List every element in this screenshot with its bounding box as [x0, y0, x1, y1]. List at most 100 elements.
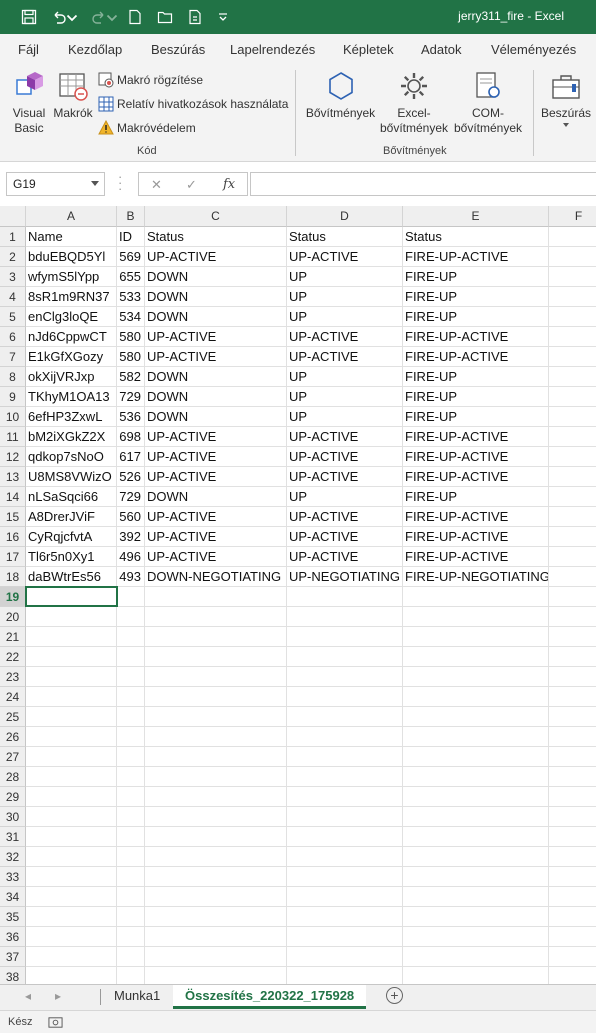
row-header-2[interactable]: 2: [0, 247, 26, 267]
cell-c28[interactable]: [145, 767, 287, 787]
tab-kepletek[interactable]: Képletek: [343, 42, 394, 57]
cell-d38[interactable]: [287, 967, 403, 984]
cell-e30[interactable]: [403, 807, 549, 827]
cell-e27[interactable]: [403, 747, 549, 767]
cell-f6[interactable]: [549, 327, 596, 347]
cell-d35[interactable]: [287, 907, 403, 927]
cell-a31[interactable]: [26, 827, 117, 847]
cell-f1[interactable]: [549, 227, 596, 247]
cell-e20[interactable]: [403, 607, 549, 627]
cell-e5[interactable]: FIRE-UP: [403, 307, 549, 327]
cell-e19[interactable]: [403, 587, 549, 607]
cell-e13[interactable]: FIRE-UP-ACTIVE: [403, 467, 549, 487]
cell-c32[interactable]: [145, 847, 287, 867]
cell-d9[interactable]: UP: [287, 387, 403, 407]
redo-dropdown-icon[interactable]: [106, 6, 118, 28]
cell-d7[interactable]: UP-ACTIVE: [287, 347, 403, 367]
record-macro-button[interactable]: Makró rögzítése: [98, 72, 203, 88]
cell-f26[interactable]: [549, 727, 596, 747]
cell-b3[interactable]: 655: [117, 267, 145, 287]
select-all-corner[interactable]: [0, 206, 26, 227]
cell-b7[interactable]: 580: [117, 347, 145, 367]
cell-f4[interactable]: [549, 287, 596, 307]
cell-c35[interactable]: [145, 907, 287, 927]
cell-b28[interactable]: [117, 767, 145, 787]
cell-e15[interactable]: FIRE-UP-ACTIVE: [403, 507, 549, 527]
cell-e33[interactable]: [403, 867, 549, 887]
cell-f30[interactable]: [549, 807, 596, 827]
cell-b9[interactable]: 729: [117, 387, 145, 407]
excel-add-ins-button[interactable]: Excel- bővítmények: [378, 70, 450, 136]
insert-function-icon[interactable]: fx: [223, 177, 235, 192]
cell-c4[interactable]: DOWN: [145, 287, 287, 307]
cell-e2[interactable]: FIRE-UP-ACTIVE: [403, 247, 549, 267]
cell-d10[interactable]: UP: [287, 407, 403, 427]
cell-c19[interactable]: [145, 587, 287, 607]
row-header-30[interactable]: 30: [0, 807, 26, 827]
cell-d31[interactable]: [287, 827, 403, 847]
cell-e23[interactable]: [403, 667, 549, 687]
cell-f21[interactable]: [549, 627, 596, 647]
cell-d26[interactable]: [287, 727, 403, 747]
cell-f37[interactable]: [549, 947, 596, 967]
cell-c37[interactable]: [145, 947, 287, 967]
cell-c6[interactable]: UP-ACTIVE: [145, 327, 287, 347]
row-header-26[interactable]: 26: [0, 727, 26, 747]
cell-b25[interactable]: [117, 707, 145, 727]
cell-e24[interactable]: [403, 687, 549, 707]
cell-e35[interactable]: [403, 907, 549, 927]
cell-c33[interactable]: [145, 867, 287, 887]
cell-b10[interactable]: 536: [117, 407, 145, 427]
cell-a12[interactable]: qdkop7sNoO: [26, 447, 117, 467]
cell-a20[interactable]: [26, 607, 117, 627]
cell-f9[interactable]: [549, 387, 596, 407]
row-header-27[interactable]: 27: [0, 747, 26, 767]
cell-f33[interactable]: [549, 867, 596, 887]
cell-c18[interactable]: DOWN-NEGOTIATING: [145, 567, 287, 587]
cell-b26[interactable]: [117, 727, 145, 747]
cell-f7[interactable]: [549, 347, 596, 367]
row-header-4[interactable]: 4: [0, 287, 26, 307]
row-header-7[interactable]: 7: [0, 347, 26, 367]
cell-b11[interactable]: 698: [117, 427, 145, 447]
cell-f11[interactable]: [549, 427, 596, 447]
cell-a34[interactable]: [26, 887, 117, 907]
tab-adatok[interactable]: Adatok: [421, 42, 461, 57]
cell-d20[interactable]: [287, 607, 403, 627]
cell-d21[interactable]: [287, 627, 403, 647]
cell-a27[interactable]: [26, 747, 117, 767]
row-header-3[interactable]: 3: [0, 267, 26, 287]
cell-f8[interactable]: [549, 367, 596, 387]
row-header-14[interactable]: 14: [0, 487, 26, 507]
cell-c26[interactable]: [145, 727, 287, 747]
row-header-22[interactable]: 22: [0, 647, 26, 667]
cell-b1[interactable]: ID: [117, 227, 145, 247]
cell-b6[interactable]: 580: [117, 327, 145, 347]
cell-a11[interactable]: bM2iXGkZ2X: [26, 427, 117, 447]
cell-a14[interactable]: nLSaSqci66: [26, 487, 117, 507]
cell-c20[interactable]: [145, 607, 287, 627]
cell-a38[interactable]: [26, 967, 117, 984]
sheet-tab-osszesites[interactable]: Összesítés_220322_175928: [173, 985, 367, 1009]
cell-f13[interactable]: [549, 467, 596, 487]
row-header-13[interactable]: 13: [0, 467, 26, 487]
cell-c13[interactable]: UP-ACTIVE: [145, 467, 287, 487]
cell-d23[interactable]: [287, 667, 403, 687]
cell-a16[interactable]: CyRqjcfvtA: [26, 527, 117, 547]
row-header-31[interactable]: 31: [0, 827, 26, 847]
cell-b19[interactable]: [117, 587, 145, 607]
cell-a13[interactable]: U8MS8VWizO: [26, 467, 117, 487]
cell-e28[interactable]: [403, 767, 549, 787]
cell-d27[interactable]: [287, 747, 403, 767]
cell-b13[interactable]: 526: [117, 467, 145, 487]
cell-c34[interactable]: [145, 887, 287, 907]
row-header-25[interactable]: 25: [0, 707, 26, 727]
cell-b4[interactable]: 533: [117, 287, 145, 307]
cell-d29[interactable]: [287, 787, 403, 807]
cell-f18[interactable]: [549, 567, 596, 587]
cell-f22[interactable]: [549, 647, 596, 667]
cell-a37[interactable]: [26, 947, 117, 967]
cell-d16[interactable]: UP-ACTIVE: [287, 527, 403, 547]
cell-c27[interactable]: [145, 747, 287, 767]
cell-f36[interactable]: [549, 927, 596, 947]
